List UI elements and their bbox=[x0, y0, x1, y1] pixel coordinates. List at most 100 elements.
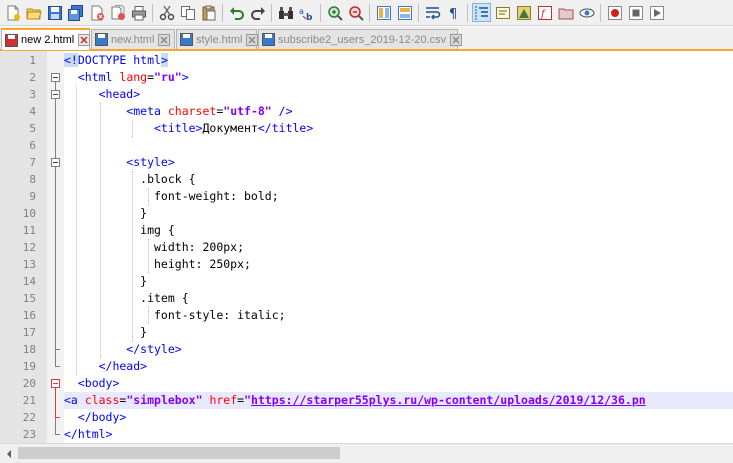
indent-guide bbox=[148, 188, 149, 205]
word-wrap-icon[interactable] bbox=[424, 4, 441, 21]
tab-label: new 2.html bbox=[21, 34, 75, 46]
save-icon[interactable] bbox=[46, 4, 63, 21]
code-token: img { bbox=[64, 223, 175, 237]
cut-icon[interactable] bbox=[158, 4, 175, 21]
saved-file-icon bbox=[262, 33, 275, 46]
code-line[interactable]: </html> bbox=[64, 426, 112, 443]
svg-text:b: b bbox=[306, 13, 313, 21]
line-number: 9 bbox=[29, 190, 36, 203]
code-token: "utf-8" bbox=[223, 104, 272, 118]
code-line[interactable]: <style> bbox=[64, 154, 175, 171]
toolbar-separator bbox=[271, 3, 272, 22]
open-file-icon[interactable] bbox=[25, 4, 42, 21]
code-token: = bbox=[147, 70, 155, 84]
code-editor[interactable]: 1 2 3 4 5 6 7 8 9 10 11 12 13 14 15 16 17 18 19 20 21 22 23 <!… bbox=[0, 51, 733, 443]
code-line[interactable]: <title>Документ</title> bbox=[64, 120, 313, 137]
close-file-icon[interactable] bbox=[88, 4, 105, 21]
indent-guide bbox=[148, 239, 149, 273]
close-tab-icon[interactable] bbox=[158, 33, 171, 46]
play-macro-icon[interactable] bbox=[648, 4, 665, 21]
replace-icon[interactable]: ab bbox=[298, 4, 315, 21]
indent-guide bbox=[100, 103, 101, 358]
code-token: <title> bbox=[64, 121, 203, 135]
code-line[interactable]: font-weight: bold; bbox=[64, 188, 279, 205]
code-line[interactable]: height: 250px; bbox=[64, 256, 251, 273]
save-all-icon[interactable] bbox=[67, 4, 84, 21]
code-line[interactable]: </style> bbox=[64, 341, 181, 358]
code-token: font-style: italic; bbox=[64, 308, 286, 322]
record-macro-icon[interactable] bbox=[606, 4, 623, 21]
close-tab-icon[interactable] bbox=[78, 34, 91, 46]
code-line[interactable]: .block { bbox=[64, 171, 195, 188]
new-file-icon[interactable] bbox=[4, 4, 21, 21]
show-all-chars-icon[interactable]: ¶ bbox=[445, 4, 462, 21]
code-token: <! bbox=[64, 53, 78, 67]
code-token: DOCTYPE html bbox=[77, 53, 161, 67]
horizontal-scrollbar[interactable] bbox=[0, 443, 733, 463]
code-line[interactable]: <meta charset="utf-8" /> bbox=[64, 103, 292, 120]
print-icon[interactable] bbox=[130, 4, 147, 21]
copy-icon[interactable] bbox=[179, 4, 196, 21]
code-token: .item { bbox=[64, 291, 189, 305]
fold-toggle-icon[interactable] bbox=[51, 379, 60, 388]
sync-horizontal-icon[interactable] bbox=[396, 4, 413, 21]
user-language-icon[interactable] bbox=[494, 4, 511, 21]
close-tab-icon[interactable] bbox=[450, 33, 463, 46]
tab-3[interactable]: style.html bbox=[176, 29, 259, 49]
indent-guide bbox=[132, 171, 133, 341]
code-line[interactable]: font-style: italic; bbox=[64, 307, 286, 324]
code-token: <body> bbox=[64, 376, 120, 390]
undo-icon[interactable] bbox=[228, 4, 245, 21]
sync-vertical-icon[interactable] bbox=[375, 4, 392, 21]
tab-1[interactable]: new 2.html bbox=[1, 28, 91, 50]
line-number: 19 bbox=[22, 360, 36, 373]
scroll-left-arrow-icon[interactable] bbox=[0, 444, 18, 463]
line-number: 15 bbox=[22, 292, 36, 305]
toolbar-separator bbox=[222, 3, 223, 22]
code-line[interactable]: .item { bbox=[64, 290, 189, 307]
fold-toggle-icon[interactable] bbox=[51, 90, 60, 99]
code-line[interactable]: width: 200px; bbox=[64, 239, 244, 256]
code-line[interactable]: <a class="simplebox" href="https://starp… bbox=[64, 392, 733, 409]
code-token: <style> bbox=[64, 155, 175, 169]
indent-guide-icon[interactable] bbox=[472, 3, 491, 22]
fold-line bbox=[55, 167, 56, 349]
scrollbar-thumb[interactable] bbox=[18, 447, 340, 459]
toolbar-separator bbox=[320, 3, 321, 22]
toolbar-separator bbox=[152, 3, 153, 22]
code-token: <meta bbox=[64, 104, 168, 118]
stop-record-icon[interactable] bbox=[627, 4, 644, 21]
code-line[interactable]: <html lang="ru"> bbox=[64, 69, 189, 86]
code-line[interactable]: </body> bbox=[64, 409, 126, 426]
folder-workspace-icon[interactable] bbox=[557, 4, 574, 21]
line-number: 22 bbox=[22, 411, 36, 424]
code-token: > bbox=[160, 53, 168, 67]
code-token: "simplebox" bbox=[126, 393, 203, 407]
function-list-icon[interactable]: f bbox=[536, 4, 553, 21]
fold-margin[interactable] bbox=[47, 51, 64, 443]
paste-icon[interactable] bbox=[200, 4, 217, 21]
code-line[interactable]: <!DOCTYPE html> bbox=[64, 52, 168, 69]
code-token: <html bbox=[64, 70, 120, 84]
tab-4[interactable]: subscribe2_users_2019-12-20.csv bbox=[258, 29, 463, 49]
line-number: 14 bbox=[22, 275, 36, 288]
redo-icon[interactable] bbox=[249, 4, 266, 21]
fold-line bbox=[55, 388, 56, 417]
code-token: </body> bbox=[64, 410, 127, 424]
find-icon[interactable] bbox=[277, 4, 294, 21]
zoom-in-icon[interactable] bbox=[326, 4, 343, 21]
close-tab-icon[interactable] bbox=[246, 33, 259, 46]
code-area[interactable]: <!DOCTYPE html> <html lang="ru"> <head> … bbox=[64, 51, 733, 443]
line-number: 2 bbox=[29, 71, 36, 84]
close-all-icon[interactable] bbox=[109, 4, 126, 21]
indent-guide bbox=[76, 86, 77, 375]
code-line[interactable]: <body> bbox=[64, 375, 120, 392]
fold-toggle-icon[interactable] bbox=[51, 73, 60, 82]
tab-2[interactable]: new.html bbox=[91, 29, 175, 49]
fold-toggle-icon[interactable] bbox=[51, 158, 60, 167]
saved-file-icon bbox=[180, 33, 193, 46]
document-map-icon[interactable] bbox=[515, 4, 532, 21]
code-line[interactable]: img { bbox=[64, 222, 175, 239]
monitoring-icon[interactable] bbox=[578, 4, 595, 21]
zoom-out-icon[interactable] bbox=[347, 4, 364, 21]
